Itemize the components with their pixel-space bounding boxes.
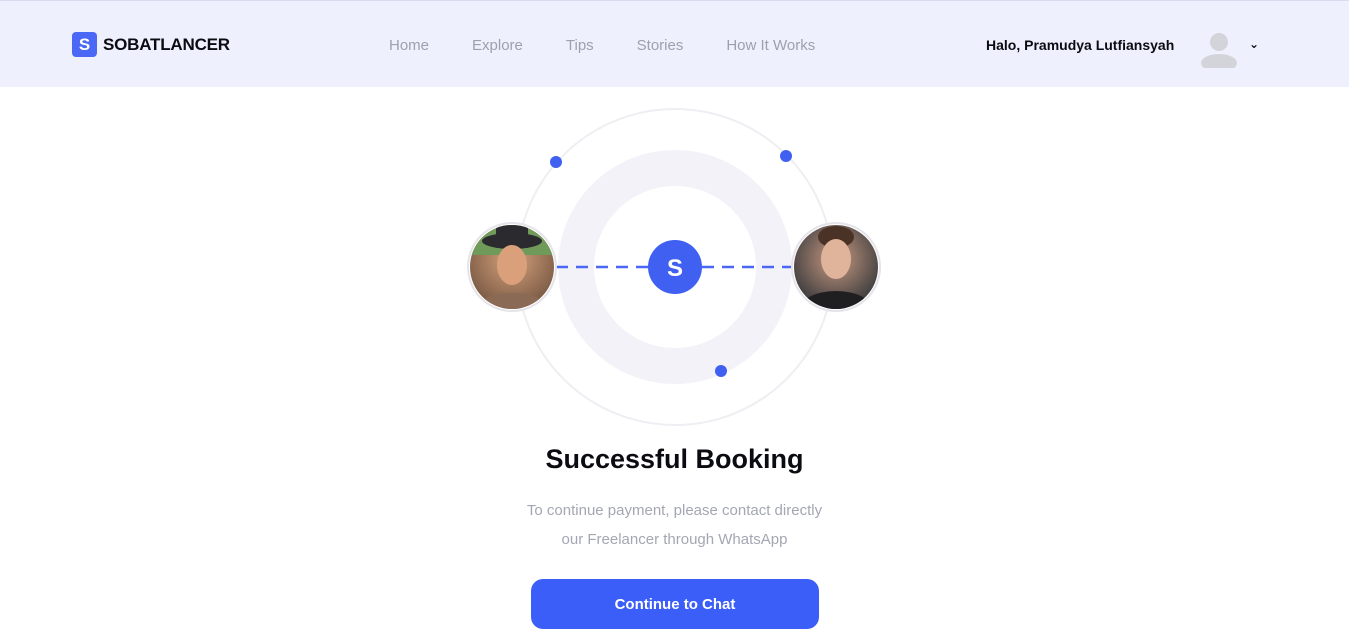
nav-item-tips[interactable]: Tips: [566, 37, 594, 54]
page-subtitle: To continue payment, please contact dire…: [0, 496, 1349, 554]
brand-icon: S: [72, 32, 97, 57]
user-greeting: Halo, Pramudya Lutfiansyah: [986, 37, 1175, 53]
page-title: Successful Booking: [545, 444, 804, 474]
orbit-dot: [715, 365, 727, 377]
orbit-dot: [550, 156, 562, 168]
orbit-dot: [780, 150, 792, 162]
nav-item-home[interactable]: Home: [389, 37, 429, 54]
user-avatar-icon[interactable]: [1201, 30, 1237, 68]
nav-item-how-it-works[interactable]: How It Works: [726, 37, 815, 54]
main-nav: Home Explore Tips Stories How It Works: [389, 37, 858, 54]
nav-item-stories[interactable]: Stories: [637, 37, 684, 54]
subtitle-line-1: To continue payment, please contact dire…: [526, 502, 823, 519]
continue-to-chat-button[interactable]: Continue to Chat: [531, 579, 819, 629]
chevron-down-icon[interactable]: ⌄: [1249, 37, 1259, 51]
navbar: S SOBATLANCER Home Explore Tips Stories …: [0, 0, 1349, 87]
client-avatar: [467, 222, 557, 312]
subtitle-line-2: our Freelancer through WhatsApp: [561, 531, 788, 548]
freelancer-avatar: [791, 222, 881, 312]
brand-logo[interactable]: S SOBATLANCER: [72, 32, 230, 57]
booking-illustration: S: [467, 108, 881, 426]
brand-name: SOBATLANCER: [103, 34, 230, 54]
nav-item-explore[interactable]: Explore: [472, 37, 523, 54]
center-logo-letter: S: [667, 255, 683, 282]
